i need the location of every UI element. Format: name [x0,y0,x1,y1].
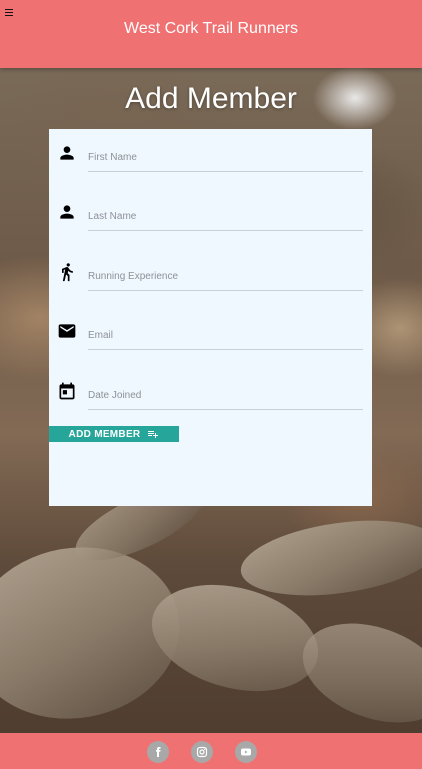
first-name-field [49,133,372,183]
running-experience-field [49,252,372,302]
add-member-button-label: ADD MEMBER [68,428,141,440]
hamburger-menu-icon[interactable] [5,7,15,16]
app-footer [0,733,422,769]
email-field [49,311,372,361]
person-icon [57,202,77,222]
facebook-icon[interactable] [147,741,169,763]
youtube-icon[interactable] [235,741,257,763]
person-icon [57,143,77,163]
calendar-icon [57,381,77,401]
app-title: West Cork Trail Runners [124,20,298,37]
first-name-input[interactable] [88,143,363,172]
instagram-icon[interactable] [191,741,213,763]
running-experience-input[interactable] [88,262,363,291]
running-icon [57,262,77,282]
date-joined-field [49,371,372,421]
last-name-input[interactable] [88,202,363,231]
app-header: West Cork Trail Runners [0,0,422,68]
last-name-field [49,192,372,242]
email-input[interactable] [88,321,363,350]
playlist-add-icon [147,428,159,440]
add-member-form: ADD MEMBER [49,129,372,506]
add-member-button[interactable]: ADD MEMBER [49,426,179,442]
page-title: Add Member [125,82,297,115]
date-joined-input[interactable] [88,381,363,410]
tree-root-shape [236,509,422,607]
tree-root-shape [289,605,422,733]
email-icon [57,321,77,341]
